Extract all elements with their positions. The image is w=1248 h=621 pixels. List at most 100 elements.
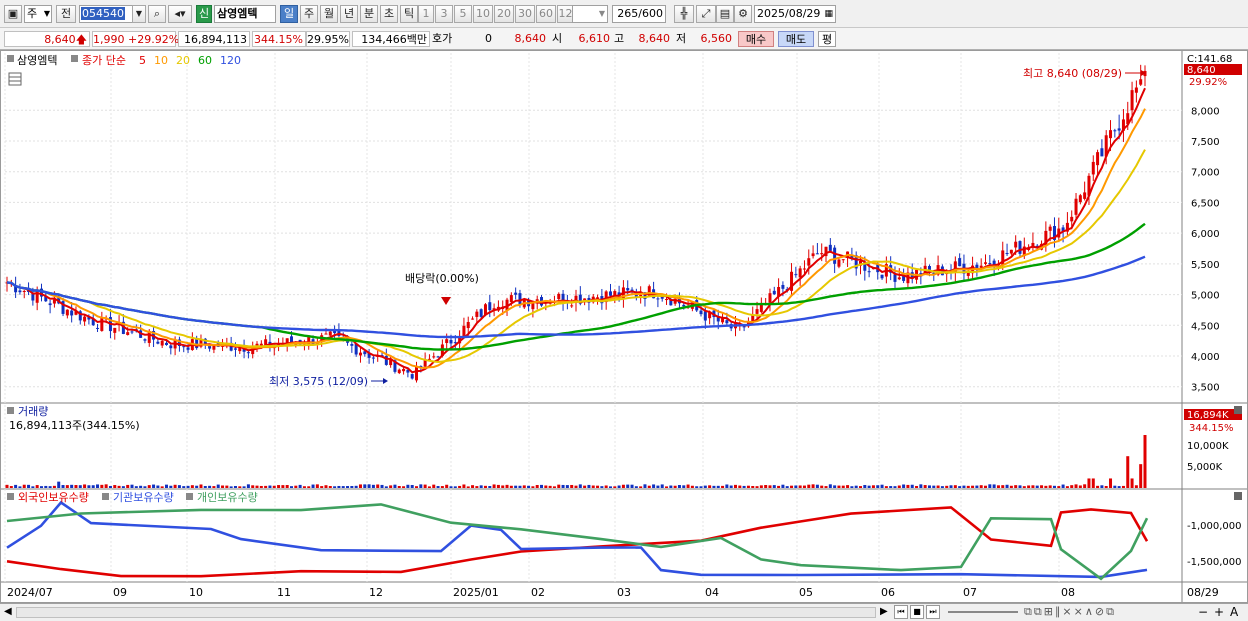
volume-bar — [1005, 484, 1009, 488]
tab-period-6[interactable]: 틱 — [400, 5, 418, 23]
volume-bar — [203, 485, 207, 488]
candle-body — [402, 368, 406, 372]
min-annotation: 최저 3,575 (12/09) — [269, 375, 368, 388]
avg-button[interactable]: 평 — [818, 31, 836, 47]
save-icon[interactable]: ▤ — [716, 5, 734, 23]
candle-body — [432, 356, 436, 358]
gear-icon[interactable]: ⚙ — [734, 5, 752, 23]
candle-body — [1096, 152, 1100, 166]
font-size-button[interactable]: A — [1230, 605, 1238, 619]
sell-button[interactable]: 매도 — [778, 31, 814, 47]
volume-bar — [716, 485, 720, 488]
volume-bar — [307, 486, 311, 488]
candle-body — [781, 284, 785, 289]
volume-bar — [846, 485, 850, 488]
code-dropdown-icon[interactable]: ▼ — [132, 5, 146, 23]
stop-icon[interactable]: ■ — [910, 605, 924, 619]
scroll-left-icon[interactable]: ◀ — [4, 606, 12, 617]
volume-bar — [83, 484, 87, 488]
candle-body — [328, 331, 332, 336]
volume-bar — [139, 485, 143, 488]
range-button-3[interactable]: 10 — [473, 5, 493, 23]
volume-bar — [781, 484, 785, 488]
chart-svg[interactable]: 삼영엠텍 종가 단순 5 10 20 60 120 최고 8,640 (08/29) 최… — [1, 51, 1247, 602]
legend-marker — [7, 493, 14, 500]
candle-body — [22, 290, 26, 292]
volume-bar — [686, 484, 690, 488]
volume-bar — [427, 486, 431, 488]
volume-bar — [1078, 485, 1082, 488]
candle-body — [1048, 226, 1052, 231]
volume-bar — [31, 486, 35, 488]
volume-bar — [746, 485, 750, 488]
price-panel[interactable] — [5, 53, 1181, 402]
tools-icons[interactable]: ⧉⧉⊞∥⨯⨯∧⊘⧉ — [1024, 605, 1116, 619]
tab-period-4[interactable]: 분 — [360, 5, 378, 23]
play-last-icon[interactable]: ⏭ — [926, 605, 940, 619]
candle-type-icon[interactable]: ╬ — [674, 5, 694, 23]
volume-bar — [777, 485, 781, 488]
range-select[interactable]: ▼ — [572, 5, 608, 23]
tab-period-2[interactable]: 월 — [320, 5, 338, 23]
buy-button[interactable]: 매수 — [738, 31, 774, 47]
volume-bar — [699, 486, 703, 488]
range-button-0[interactable]: 1 — [418, 5, 434, 23]
period-select[interactable]: 주 ▼ — [24, 5, 52, 23]
indicator-icon[interactable]: ⤢ — [696, 5, 716, 23]
count-total: /600 — [638, 7, 663, 20]
volume-bar — [324, 485, 328, 488]
volume-bar — [1040, 485, 1044, 488]
chart-area[interactable]: 삼영엠텍 종가 단순 5 10 20 60 120 최고 8,640 (08/29) 최… — [0, 50, 1248, 603]
prev-button[interactable]: 전 — [56, 5, 76, 23]
volume-bar — [527, 485, 531, 488]
speed-slider[interactable] — [948, 611, 1018, 613]
tab-period-1[interactable]: 주 — [300, 5, 318, 23]
candle-body — [126, 332, 130, 335]
layout-icon[interactable]: ▣ — [4, 5, 22, 23]
range-button-4[interactable]: 20 — [494, 5, 514, 23]
volume-bar — [471, 485, 475, 488]
volume-bar — [479, 485, 483, 488]
close-panel-icon[interactable] — [1234, 492, 1242, 500]
legend-ma-10: 10 — [154, 54, 168, 67]
range-button-1[interactable]: 3 — [435, 5, 453, 23]
volume-bar — [708, 485, 712, 488]
candle-body — [70, 310, 74, 316]
volume-bar — [39, 486, 43, 488]
volume-bar — [531, 486, 535, 488]
volume-bar — [501, 485, 505, 488]
zoom-out-button[interactable]: − — [1198, 605, 1208, 619]
volume-bar — [1048, 485, 1052, 488]
volume-bar — [1143, 435, 1147, 488]
volume-bar — [1083, 484, 1087, 488]
volume-bar — [906, 484, 910, 488]
range-button-2[interactable]: 5 — [454, 5, 472, 23]
search-icon[interactable]: ⌕ — [148, 5, 166, 23]
low-label: 저 — [676, 32, 687, 45]
volume-bar — [867, 485, 871, 488]
range-button-6[interactable]: 60 — [536, 5, 556, 23]
date-input[interactable]: 2025/08/29 ▦ — [754, 5, 836, 23]
tab-period-3[interactable]: 년 — [340, 5, 358, 23]
zoom-in-button[interactable]: + — [1214, 605, 1224, 619]
volume-bar — [380, 484, 384, 488]
play-first-icon[interactable]: ⏮ — [894, 605, 908, 619]
speaker-icon[interactable]: ◂▾ — [168, 5, 192, 23]
candle-body — [160, 340, 164, 346]
volume-bar — [505, 484, 509, 488]
close-panel-icon[interactable] — [1234, 406, 1242, 414]
volume-tick: 10,000K — [1187, 441, 1229, 452]
count-input[interactable]: 265/600 — [612, 5, 666, 23]
tab-period-5[interactable]: 초 — [380, 5, 398, 23]
candle-body — [837, 259, 841, 267]
tab-period-0[interactable]: 일 — [280, 5, 298, 23]
volume-bar — [87, 485, 91, 488]
range-button-5[interactable]: 30 — [515, 5, 535, 23]
scrollbar-track[interactable] — [16, 607, 876, 618]
code-input[interactable]: 054540 — [79, 5, 133, 23]
scroll-right-icon[interactable]: ▶ — [880, 606, 888, 617]
table-icon[interactable] — [8, 72, 22, 86]
volume-bar — [27, 484, 31, 488]
candle-body — [1078, 195, 1082, 203]
volume-bar — [919, 484, 923, 488]
